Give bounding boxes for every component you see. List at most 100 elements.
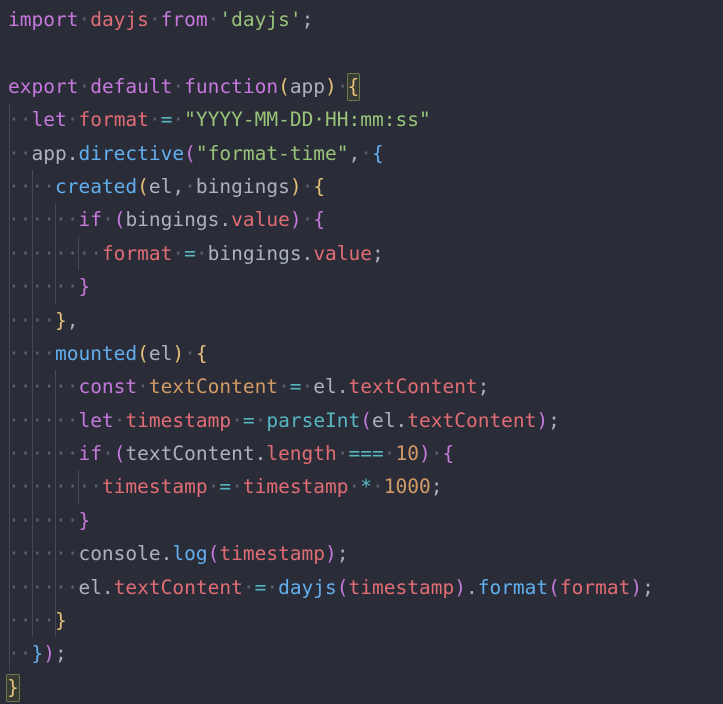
- whitespace-dot: ·: [101, 208, 114, 232]
- whitespace-dot: ··: [8, 408, 32, 432]
- token-punctuation: ;: [430, 475, 443, 499]
- whitespace-dot: ··: [8, 575, 32, 599]
- token-method-call: directive: [78, 141, 185, 165]
- token-keyword: from: [160, 8, 208, 31]
- code-line[interactable]: ······}: [8, 503, 723, 538]
- token-keyword: if: [78, 208, 102, 232]
- token-bracket: }: [78, 508, 91, 532]
- token-bracket: (: [548, 575, 560, 599]
- whitespace-dot: ··: [31, 341, 55, 365]
- whitespace-dot: ·: [101, 442, 114, 466]
- whitespace-dot: ·: [278, 375, 290, 399]
- token-identifier: timestamp: [348, 575, 455, 599]
- token-declaration: textContent: [148, 375, 279, 399]
- token-bracket: ): [325, 74, 337, 98]
- token-object: app.: [31, 141, 79, 165]
- token-parameter: app: [289, 74, 326, 98]
- token-operator: =: [184, 241, 196, 265]
- token-bracket: {: [313, 174, 326, 198]
- token-bracket: }: [78, 275, 91, 299]
- whitespace-dot: ·: [301, 375, 314, 399]
- code-line[interactable]: ······if·(bingings.value)·{: [8, 203, 723, 237]
- token-object: el.: [372, 408, 408, 432]
- code-line[interactable]: ··});: [8, 637, 723, 671]
- code-line[interactable]: ······const·textContent·=·el.textContent…: [8, 370, 723, 404]
- token-bracket: (: [184, 141, 196, 165]
- whitespace-dot: ··: [8, 174, 32, 198]
- whitespace-dot: ·: [113, 408, 126, 432]
- token-punctuation: .: [465, 575, 478, 599]
- code-content[interactable]: import·dayjs·from·'dayjs'; export·defaul…: [0, 0, 723, 704]
- whitespace-dot: ·: [78, 74, 91, 98]
- whitespace-dot: ··: [31, 275, 55, 299]
- code-line[interactable]: ····created(el,·bingings)·{: [8, 169, 723, 204]
- token-bracket: ): [630, 575, 643, 599]
- code-line[interactable]: ····},: [8, 303, 723, 337]
- token-bracket: {: [195, 341, 208, 365]
- whitespace-dot: ··: [8, 308, 32, 332]
- whitespace-dot: ·: [360, 141, 372, 165]
- token-keyword: let: [31, 108, 67, 132]
- indent-guides: [8, 303, 723, 337]
- indent-guides: [8, 604, 723, 638]
- whitespace-dot: ·: [207, 8, 220, 31]
- whitespace-dot: ··: [31, 542, 55, 566]
- code-line[interactable]: ····}: [8, 604, 723, 638]
- token-keyword: import: [8, 8, 79, 31]
- token-bracket: }: [54, 308, 67, 332]
- code-line[interactable]: ······if·(textContent.length·===·10)·{: [8, 437, 723, 471]
- token-function-call: dayjs: [278, 575, 337, 599]
- whitespace-dot: ··: [8, 609, 32, 633]
- token-object: bingings.: [207, 241, 314, 265]
- whitespace-dot: ·: [254, 408, 267, 432]
- indent-guides: [8, 503, 723, 538]
- token-number: 10: [395, 442, 419, 466]
- token-parameter: el: [148, 174, 173, 198]
- token-keyword: const: [78, 375, 138, 399]
- whitespace-dot: ··: [54, 542, 79, 566]
- token-bracket: ): [454, 575, 466, 599]
- token-operator: =: [219, 475, 232, 499]
- code-line[interactable]: import·dayjs·from·'dayjs';: [8, 3, 723, 36]
- token-string: "YYYY-MM-DD·HH:mm:ss": [184, 108, 431, 132]
- token-bracket: (: [137, 174, 149, 198]
- token-property: textContent: [407, 408, 537, 432]
- token-punctuation: ,: [66, 308, 79, 332]
- code-line[interactable]: export·default·function(app)·{: [8, 70, 723, 103]
- token-object: textContent.: [125, 442, 267, 466]
- code-line[interactable]: ······console.log(timestamp);: [8, 537, 723, 571]
- token-method-call: format: [477, 575, 549, 599]
- token-bracket: ): [43, 642, 55, 666]
- token-bracket: ): [289, 174, 302, 198]
- code-line[interactable]: ······}: [8, 270, 723, 304]
- token-parameter: el: [148, 341, 173, 365]
- token-bracket: ): [325, 542, 337, 566]
- code-line[interactable]: ······el.textContent·=·dayjs(timestamp).…: [8, 570, 723, 605]
- whitespace-dot: ··: [8, 275, 32, 299]
- whitespace-dot: ·: [383, 442, 396, 466]
- token-bracket: (: [360, 408, 373, 432]
- token-property: value: [231, 208, 290, 232]
- token-method-name: created: [54, 174, 138, 198]
- code-line-blank[interactable]: [8, 36, 723, 69]
- token-parameter: bingings: [195, 174, 290, 198]
- code-line[interactable]: ··app.directive("format-time",·{: [8, 136, 723, 170]
- token-number: 1000: [383, 475, 431, 499]
- code-line[interactable]: ········format·=·bingings.value;: [8, 236, 723, 271]
- whitespace-dot: ··: [31, 508, 55, 532]
- whitespace-dot: ··: [8, 642, 32, 666]
- code-line[interactable]: ······let·timestamp·=·parseInt(el.textCo…: [8, 403, 723, 438]
- code-editor[interactable]: import·dayjs·from·'dayjs'; export·defaul…: [0, 0, 723, 702]
- token-bracket: (: [336, 575, 349, 599]
- code-line[interactable]: ········timestamp·=·timestamp·*·1000;: [8, 470, 723, 504]
- code-line[interactable]: ··let·format·=·"YYYY-MM-DD·HH:mm:ss": [8, 103, 723, 137]
- whitespace-dot: ··: [31, 609, 55, 633]
- token-identifier: timestamp: [219, 542, 326, 566]
- whitespace-dot: ··: [31, 408, 55, 432]
- token-string: 'dayjs': [219, 8, 302, 31]
- token-operator: ===: [348, 442, 384, 466]
- code-line[interactable]: ····mounted(el)·{: [8, 336, 723, 371]
- token-identifier: dayjs: [90, 8, 149, 31]
- whitespace-dot: ·: [336, 442, 349, 466]
- code-line[interactable]: }: [6, 671, 723, 704]
